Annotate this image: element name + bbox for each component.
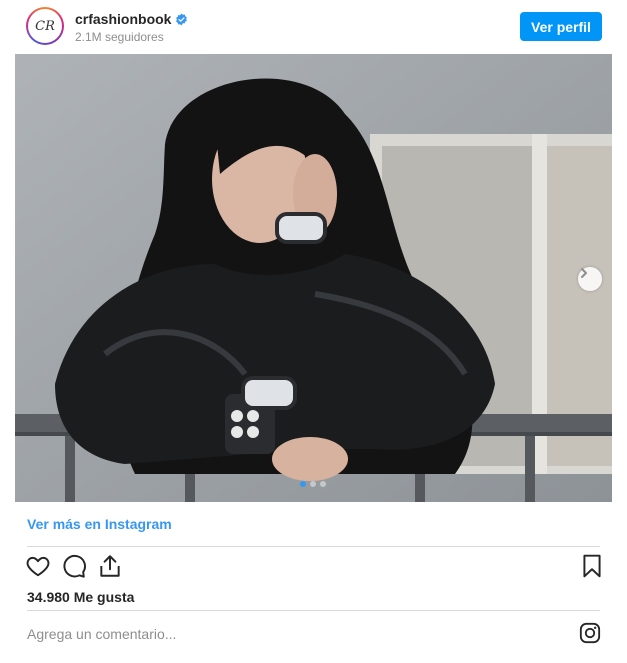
- username[interactable]: crfashionbook: [75, 11, 171, 27]
- carousel-dot: [310, 481, 316, 487]
- bookmark-icon[interactable]: [579, 553, 605, 579]
- share-icon[interactable]: [97, 553, 123, 579]
- carousel-dot: [300, 481, 306, 487]
- instagram-logo-icon[interactable]: [579, 622, 601, 644]
- photo-illustration: [15, 54, 612, 502]
- followers-count: 2.1M seguidores: [75, 30, 164, 44]
- divider: [27, 546, 600, 547]
- verified-badge-icon: [176, 13, 188, 25]
- comment-icon[interactable]: [61, 553, 87, 579]
- heart-icon[interactable]: [25, 553, 51, 579]
- carousel-indicator: [300, 481, 326, 487]
- view-profile-button[interactable]: Ver perfil: [520, 12, 602, 41]
- divider: [27, 610, 600, 611]
- next-slide-button[interactable]: [578, 267, 602, 291]
- avatar[interactable]: CR: [26, 7, 64, 45]
- comment-input[interactable]: Agrega un comentario...: [27, 626, 176, 642]
- action-bar: [25, 553, 605, 583]
- username-row: crfashionbook: [75, 11, 188, 27]
- instagram-embed: CR crfashionbook 2.1M seguidores Ver per…: [15, 0, 612, 663]
- chevron-right-icon: [581, 268, 587, 278]
- likes-count: 34.980 Me gusta: [27, 589, 135, 605]
- avatar-initials: CR: [28, 9, 62, 43]
- post-photo[interactable]: [15, 54, 612, 502]
- post-header: CR crfashionbook 2.1M seguidores Ver per…: [15, 0, 612, 54]
- view-more-link[interactable]: Ver más en Instagram: [27, 516, 172, 532]
- carousel-dot: [320, 481, 326, 487]
